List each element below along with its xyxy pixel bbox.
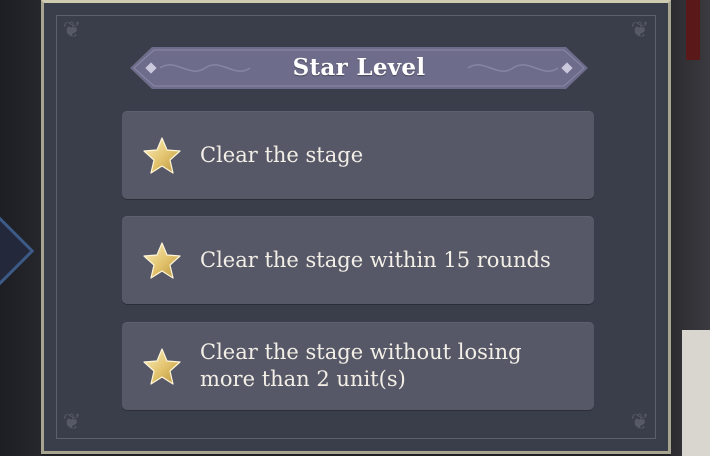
background-left [0, 0, 42, 456]
corner-ornament-icon: ❦ [62, 410, 82, 435]
star-icon [143, 137, 181, 174]
corner-ornament-icon: ❦ [62, 18, 82, 43]
background-right [670, 0, 710, 456]
star-icon [143, 348, 181, 385]
objective-row: Clear the stage within 15 rounds [122, 216, 594, 304]
objective-row: Clear the stage [122, 111, 594, 199]
corner-ornament-icon: ❦ [630, 18, 650, 43]
objective-row: Clear the stage without losing more than… [122, 322, 594, 410]
background-strip [686, 0, 700, 60]
star-icon [143, 242, 181, 279]
star-level-dialog: ❦ ❦ ❦ ❦ Star Level Clear the stage Clear… [41, 0, 671, 454]
objective-text: Clear the stage within 15 rounds [200, 247, 551, 272]
prev-arrow-icon[interactable] [0, 215, 35, 287]
objective-text: Clear the stage without losing more than… [200, 340, 522, 391]
corner-ornament-icon: ❦ [630, 410, 650, 435]
background-panel [682, 330, 710, 456]
objective-text: Clear the stage [200, 142, 364, 167]
title-banner: Star Level [130, 47, 588, 89]
dialog-title: Star Level [292, 54, 426, 81]
